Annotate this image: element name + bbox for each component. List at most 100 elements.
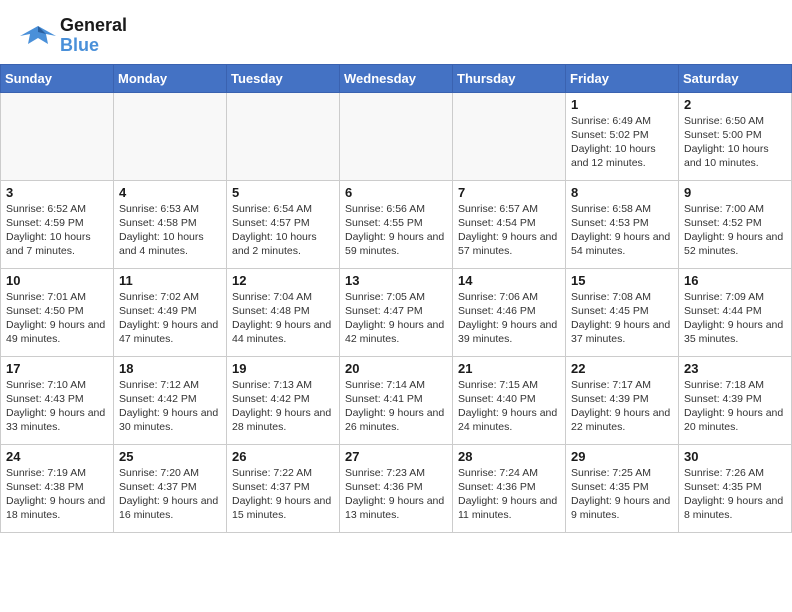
calendar-cell: 2 Sunrise: 6:50 AMSunset: 5:00 PMDaylight… (679, 92, 792, 180)
calendar-cell: 4 Sunrise: 6:53 AMSunset: 4:58 PMDaylight… (114, 180, 227, 268)
calendar-cell (1, 92, 114, 180)
page-header: General Blue (0, 0, 792, 64)
day-info: Sunrise: 6:52 AMSunset: 4:59 PMDaylight:… (6, 202, 108, 259)
calendar-cell: 24Sunrise: 7:19 AMSunset: 4:38 PMDayligh… (1, 444, 114, 532)
day-info: Sunrise: 7:13 AMSunset: 4:42 PMDaylight:… (232, 378, 334, 435)
calendar-cell: 11 Sunrise: 7:02 AMSunset: 4:49 PMDayligh… (114, 268, 227, 356)
day-info: Sunrise: 7:14 AMSunset: 4:41 PMDaylight:… (345, 378, 447, 435)
day-number: 23 (684, 361, 786, 376)
calendar-cell: 28 Sunrise: 7:24 AMSunset: 4:36 PMDayligh… (453, 444, 566, 532)
day-number: 22 (571, 361, 673, 376)
day-number: 29 (571, 449, 673, 464)
calendar-cell: 17 Sunrise: 7:10 AMSunset: 4:43 PMDayligh… (1, 356, 114, 444)
day-number: 19 (232, 361, 334, 376)
calendar-cell: 21 Sunrise: 7:15 AMSunset: 4:40 PMDayligh… (453, 356, 566, 444)
day-number: 4 (119, 185, 221, 200)
calendar-cell: 6 Sunrise: 6:56 AMSunset: 4:55 PMDaylight… (340, 180, 453, 268)
calendar-cell (227, 92, 340, 180)
calendar-cell: 23 Sunrise: 7:18 AMSunset: 4:39 PMDayligh… (679, 356, 792, 444)
day-number: 17 (6, 361, 108, 376)
day-info: Sunrise: 7:10 AMSunset: 4:43 PMDaylight:… (6, 378, 108, 435)
logo: General Blue (20, 16, 127, 56)
calendar-cell: 16 Sunrise: 7:09 AMSunset: 4:44 PMDayligh… (679, 268, 792, 356)
day-info: Sunrise: 7:23 AMSunset: 4:36 PMDaylight:… (345, 466, 447, 523)
day-info: Sunrise: 6:54 AMSunset: 4:57 PMDaylight:… (232, 202, 334, 259)
day-info: Sunrise: 7:18 AMSunset: 4:39 PMDaylight:… (684, 378, 786, 435)
day-info: Sunrise: 7:20 AMSunset: 4:37 PMDaylight:… (119, 466, 221, 523)
day-info: Sunrise: 6:56 AMSunset: 4:55 PMDaylight:… (345, 202, 447, 259)
calendar-cell: 10 Sunrise: 7:01 AMSunset: 4:50 PMDayligh… (1, 268, 114, 356)
calendar-cell (340, 92, 453, 180)
calendar-cell: 13 Sunrise: 7:05 AMSunset: 4:47 PMDayligh… (340, 268, 453, 356)
day-number: 14 (458, 273, 560, 288)
day-of-week-header: Sunday (1, 64, 114, 92)
calendar-cell: 1 Sunrise: 6:49 AMSunset: 5:02 PMDaylight… (566, 92, 679, 180)
day-of-week-header: Friday (566, 64, 679, 92)
day-info: Sunrise: 7:01 AMSunset: 4:50 PMDaylight:… (6, 290, 108, 347)
day-number: 28 (458, 449, 560, 464)
day-info: Sunrise: 6:49 AMSunset: 5:02 PMDaylight:… (571, 114, 673, 171)
day-of-week-header: Saturday (679, 64, 792, 92)
calendar-cell: 22 Sunrise: 7:17 AMSunset: 4:39 PMDayligh… (566, 356, 679, 444)
calendar-cell: 3 Sunrise: 6:52 AMSunset: 4:59 PMDaylight… (1, 180, 114, 268)
calendar-header: SundayMondayTuesdayWednesdayThursdayFrid… (1, 64, 792, 92)
day-info: Sunrise: 6:53 AMSunset: 4:58 PMDaylight:… (119, 202, 221, 259)
day-info: Sunrise: 7:00 AMSunset: 4:52 PMDaylight:… (684, 202, 786, 259)
day-number: 8 (571, 185, 673, 200)
day-number: 16 (684, 273, 786, 288)
day-number: 13 (345, 273, 447, 288)
day-info: Sunrise: 7:22 AMSunset: 4:37 PMDaylight:… (232, 466, 334, 523)
day-number: 27 (345, 449, 447, 464)
day-info: Sunrise: 7:04 AMSunset: 4:48 PMDaylight:… (232, 290, 334, 347)
calendar-cell: 18Sunrise: 7:12 AMSunset: 4:42 PMDayligh… (114, 356, 227, 444)
day-info: Sunrise: 7:17 AMSunset: 4:39 PMDaylight:… (571, 378, 673, 435)
day-number: 12 (232, 273, 334, 288)
day-of-week-header: Tuesday (227, 64, 340, 92)
calendar-cell: 8Sunrise: 6:58 AMSunset: 4:53 PMDaylight… (566, 180, 679, 268)
calendar-cell: 29 Sunrise: 7:25 AMSunset: 4:35 PMDayligh… (566, 444, 679, 532)
calendar-cell: 30Sunrise: 7:26 AMSunset: 4:35 PMDayligh… (679, 444, 792, 532)
day-info: Sunrise: 6:50 AMSunset: 5:00 PMDaylight:… (684, 114, 786, 171)
day-number: 5 (232, 185, 334, 200)
day-number: 26 (232, 449, 334, 464)
day-number: 10 (6, 273, 108, 288)
day-number: 2 (684, 97, 786, 112)
calendar-cell (453, 92, 566, 180)
day-number: 24 (6, 449, 108, 464)
day-of-week-header: Wednesday (340, 64, 453, 92)
day-info: Sunrise: 6:57 AMSunset: 4:54 PMDaylight:… (458, 202, 560, 259)
calendar-cell: 20 Sunrise: 7:14 AMSunset: 4:41 PMDayligh… (340, 356, 453, 444)
day-number: 1 (571, 97, 673, 112)
day-number: 21 (458, 361, 560, 376)
day-number: 3 (6, 185, 108, 200)
calendar-cell: 26 Sunrise: 7:22 AMSunset: 4:37 PMDayligh… (227, 444, 340, 532)
calendar-table: SundayMondayTuesdayWednesdayThursdayFrid… (0, 64, 792, 533)
day-number: 9 (684, 185, 786, 200)
calendar-cell: 14 Sunrise: 7:06 AMSunset: 4:46 PMDayligh… (453, 268, 566, 356)
day-info: Sunrise: 7:09 AMSunset: 4:44 PMDaylight:… (684, 290, 786, 347)
calendar-cell (114, 92, 227, 180)
day-of-week-header: Thursday (453, 64, 566, 92)
day-info: Sunrise: 7:15 AMSunset: 4:40 PMDaylight:… (458, 378, 560, 435)
calendar-cell: 7Sunrise: 6:57 AMSunset: 4:54 PMDaylight… (453, 180, 566, 268)
logo-text: General Blue (60, 16, 127, 56)
day-number: 15 (571, 273, 673, 288)
calendar-cell: 15 Sunrise: 7:08 AMSunset: 4:45 PMDayligh… (566, 268, 679, 356)
day-number: 6 (345, 185, 447, 200)
day-info: Sunrise: 7:06 AMSunset: 4:46 PMDaylight:… (458, 290, 560, 347)
logo-icon (20, 22, 56, 50)
day-number: 20 (345, 361, 447, 376)
day-info: Sunrise: 7:08 AMSunset: 4:45 PMDaylight:… (571, 290, 673, 347)
day-number: 11 (119, 273, 221, 288)
day-of-week-header: Monday (114, 64, 227, 92)
day-info: Sunrise: 7:24 AMSunset: 4:36 PMDaylight:… (458, 466, 560, 523)
calendar-cell: 19 Sunrise: 7:13 AMSunset: 4:42 PMDayligh… (227, 356, 340, 444)
calendar-cell: 27 Sunrise: 7:23 AMSunset: 4:36 PMDayligh… (340, 444, 453, 532)
calendar-cell: 12 Sunrise: 7:04 AMSunset: 4:48 PMDayligh… (227, 268, 340, 356)
day-info: Sunrise: 7:05 AMSunset: 4:47 PMDaylight:… (345, 290, 447, 347)
day-info: Sunrise: 7:25 AMSunset: 4:35 PMDaylight:… (571, 466, 673, 523)
day-number: 25 (119, 449, 221, 464)
day-number: 18 (119, 361, 221, 376)
day-info: Sunrise: 7:26 AMSunset: 4:35 PMDaylight:… (684, 466, 786, 523)
day-info: Sunrise: 7:02 AMSunset: 4:49 PMDaylight:… (119, 290, 221, 347)
